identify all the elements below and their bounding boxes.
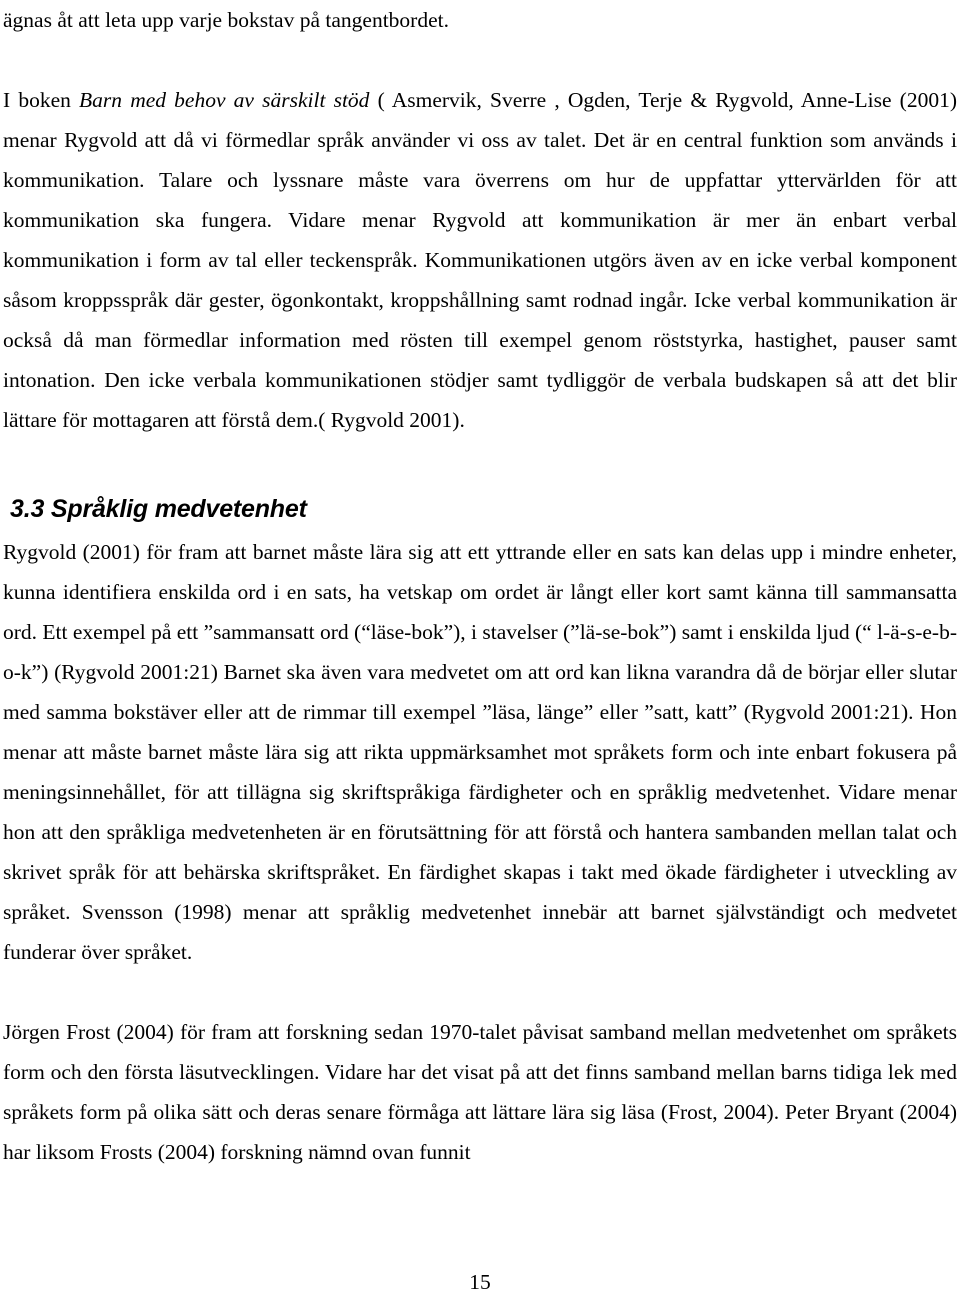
paragraph-sprakligmedvetenhet: Rygvold (2001) för fram att barnet måste… xyxy=(3,540,957,964)
page-number: 15 xyxy=(469,1270,491,1294)
paragraph-rygvold-communication: I boken Barn med behov av särskilt stöd … xyxy=(3,80,957,440)
heading-top-spacer xyxy=(3,440,957,492)
section-heading-3-3: 3.3 Språklig medvetenhet xyxy=(10,495,307,523)
document-page: ägnas åt att leta upp varje bokstav på t… xyxy=(0,0,960,1307)
paragraph-frost-bryant: Jörgen Frost (2004) för fram att forskni… xyxy=(3,1020,957,1164)
book-title-italic: Barn med behov av särskilt stöd xyxy=(79,88,370,112)
paragraph-lead-in: I boken xyxy=(3,88,80,112)
continuation-line: ägnas åt att leta upp varje bokstav på t… xyxy=(3,8,449,32)
paragraph-body: ( Asmervik, Sverre , Ogden, Terje & Rygv… xyxy=(3,88,958,432)
paragraph-spacer-2 xyxy=(3,972,957,1012)
